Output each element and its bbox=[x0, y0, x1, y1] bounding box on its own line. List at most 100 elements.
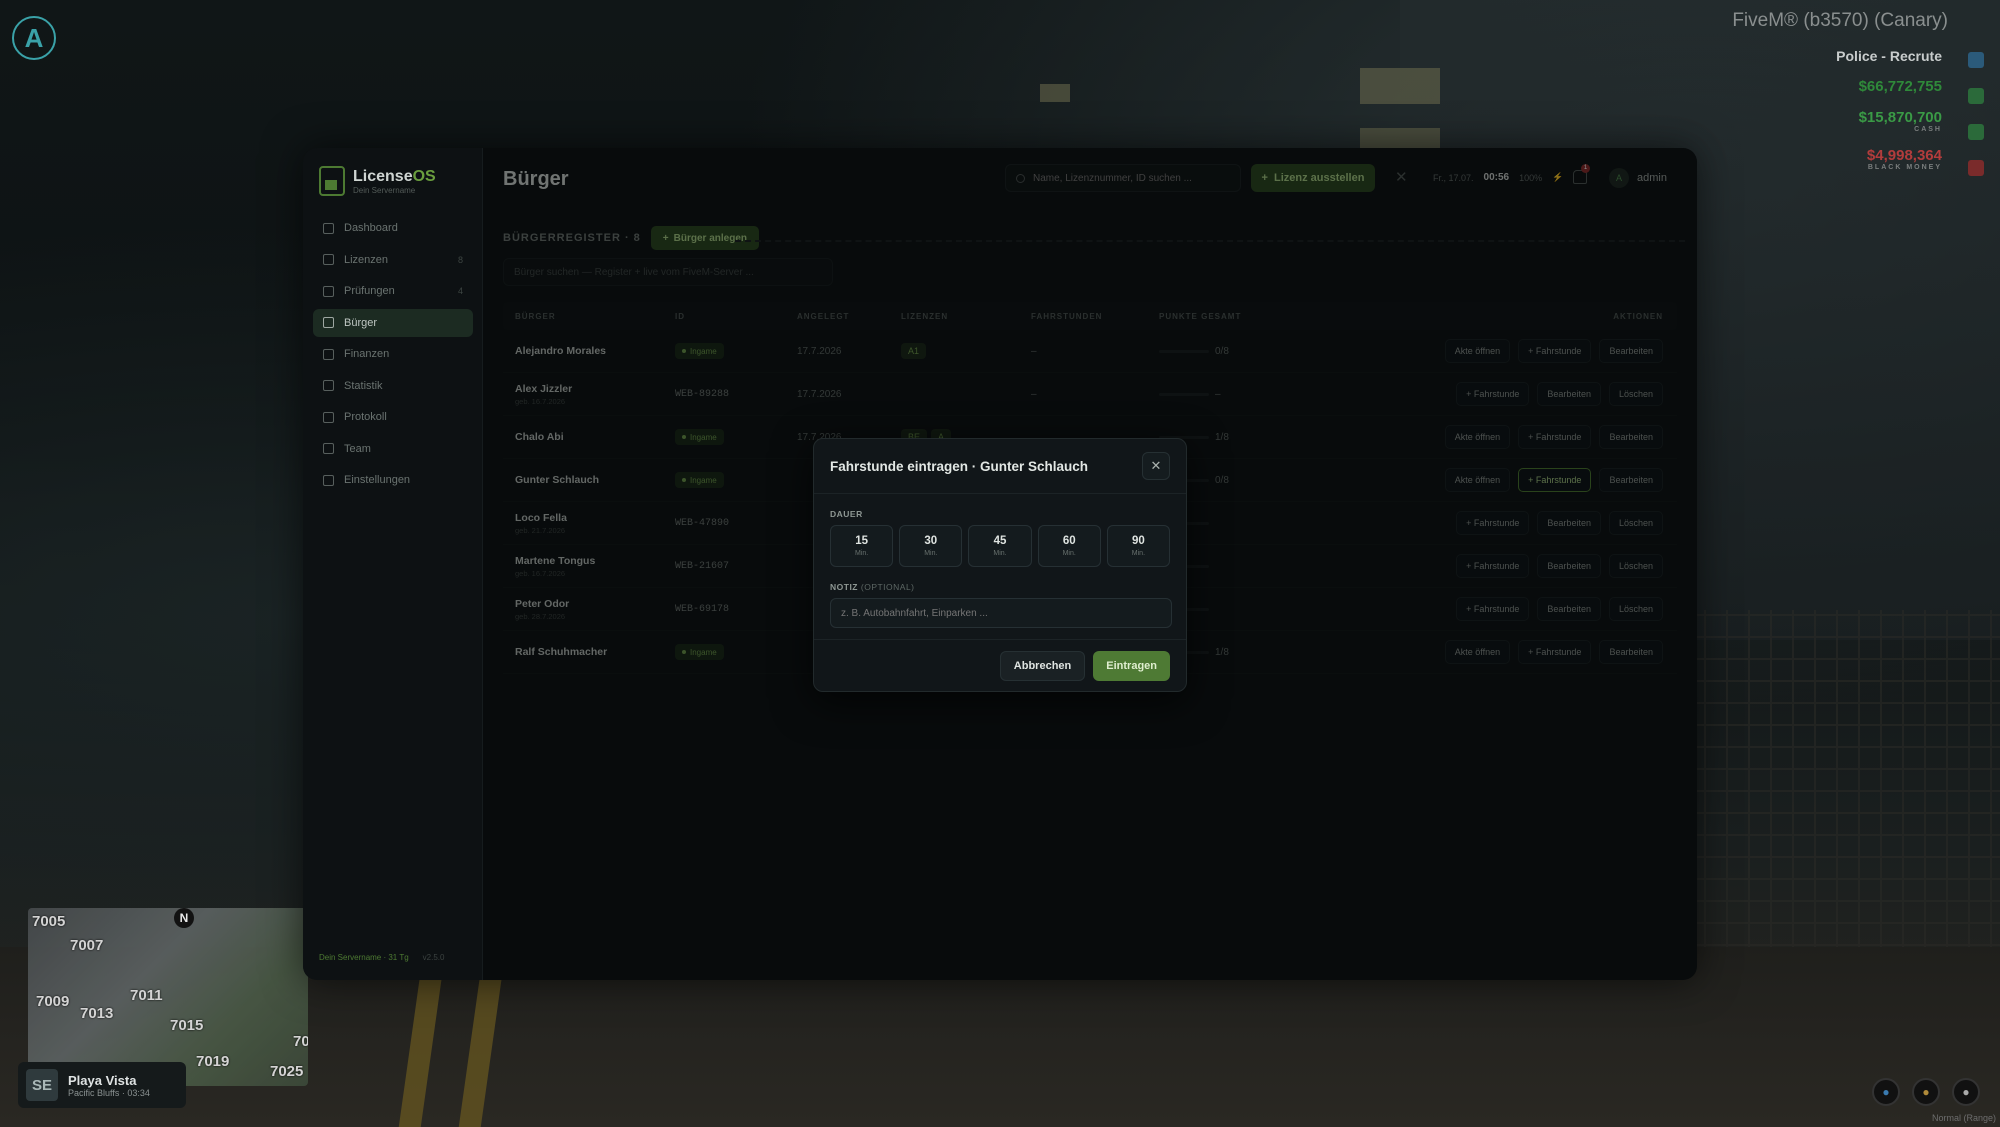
job-icon bbox=[1968, 52, 1984, 68]
duration-label: DAUER bbox=[830, 509, 863, 519]
brand-logo-icon bbox=[319, 166, 345, 196]
sidebar-item-bürger[interactable]: Bürger bbox=[313, 308, 473, 337]
money-entry: $66,772,755 bbox=[1858, 78, 1942, 95]
home-icon bbox=[323, 222, 334, 234]
location-panel: SE Playa Vista Pacific Bluffs · 03:34 bbox=[18, 1062, 186, 1108]
duration-value: 45 bbox=[993, 535, 1007, 547]
sidebar-item-team[interactable]: Team bbox=[313, 435, 473, 463]
duration-option[interactable]: 45 Min. bbox=[968, 525, 1032, 567]
map-label: 7011 bbox=[130, 987, 163, 1004]
background-window bbox=[1360, 128, 1440, 150]
map-label: 7005 bbox=[32, 913, 66, 930]
map-label: 702 bbox=[293, 1033, 308, 1050]
map-label: 7013 bbox=[80, 1005, 114, 1022]
sidebar-item-label: Prüfungen bbox=[344, 285, 395, 297]
person-icon bbox=[323, 443, 334, 454]
modal-title: Fahrstunde eintragen · Gunter Schlauch bbox=[830, 458, 1089, 474]
gear-icon bbox=[323, 474, 334, 486]
duration-value: 60 bbox=[1062, 535, 1076, 547]
hud-icons bbox=[1968, 52, 1984, 176]
brand-sub: Dein Servername bbox=[353, 185, 416, 195]
server-logo: A bbox=[12, 16, 56, 60]
modal-header: Fahrstunde eintragen · Gunter Schlauch ✕ bbox=[814, 439, 1186, 494]
sidebar-item-finanzen[interactable]: Finanzen bbox=[313, 340, 473, 368]
sidebar-item-lizenzen[interactable]: Lizenzen 8 bbox=[313, 246, 473, 274]
duration-unit: Min. bbox=[993, 550, 1007, 557]
duration-unit: Min. bbox=[924, 550, 938, 557]
sidebar-item-prüfungen[interactable]: Prüfungen 4 bbox=[313, 277, 473, 305]
money-list: $66,772,755 $15,870,700 CASH $4,998,364 BLAC… bbox=[1836, 78, 1942, 171]
cancel-button[interactable]: Abbrechen bbox=[999, 650, 1086, 681]
sidebar-nav: Dashboard Lizenzen 8 Prüfungen 4 Bürger Finanz… bbox=[313, 214, 473, 498]
location-sub: Pacific Bluffs · 03:34 bbox=[68, 1087, 150, 1098]
map-label: 7007 bbox=[70, 937, 104, 954]
hud-player-info: Police - Recrute $66,772,755 $15,870,700 C… bbox=[1836, 48, 1942, 171]
driving-lesson-modal: Fahrstunde eintragen · Gunter Schlauch ✕… bbox=[813, 438, 1187, 692]
cash-icon bbox=[1968, 124, 1984, 140]
sidebar-item-label: Lizenzen bbox=[344, 253, 389, 266]
chart-icon bbox=[323, 348, 334, 360]
note-label: NOTIZ (OPTIONAL) bbox=[830, 582, 915, 592]
job-title: Police - Recrute bbox=[1836, 48, 1942, 64]
voice-icon: ● bbox=[1952, 1078, 1980, 1106]
duration-option[interactable]: 90 Min. bbox=[1106, 525, 1171, 567]
background-window bbox=[1040, 84, 1070, 102]
duration-unit: Min. bbox=[854, 550, 869, 557]
sidebar-footer: Dein Servername · 31 Tg v2.5.0 bbox=[319, 953, 444, 962]
north-indicator: N bbox=[174, 908, 194, 928]
map-label: 7025 bbox=[270, 1063, 304, 1080]
black-money-icon bbox=[1968, 160, 1984, 176]
sidebar-item-label: Finanzen bbox=[344, 348, 390, 360]
sidebar-item-label: Einstellungen bbox=[344, 474, 411, 486]
sidebar: LicenseOS Dein Servername Dashboard Lizen… bbox=[303, 148, 483, 980]
modal-footer: Abbrechen Eintragen bbox=[814, 639, 1186, 691]
duration-option[interactable]: 30 Min. bbox=[899, 525, 963, 567]
server-status: Dein Servername · 31 Tg bbox=[319, 953, 409, 962]
duration-value: 90 bbox=[1132, 535, 1145, 547]
sidebar-item-label: Team bbox=[344, 442, 371, 455]
clock-icon bbox=[323, 411, 334, 423]
trend-icon bbox=[323, 380, 334, 391]
map-label: 7019 bbox=[196, 1053, 230, 1070]
sidebar-item-label: Bürger bbox=[344, 316, 378, 329]
submit-button[interactable]: Eintragen bbox=[1093, 650, 1170, 681]
brand: LicenseOS Dein Servername bbox=[319, 166, 436, 196]
location-name: Playa Vista bbox=[68, 1072, 137, 1088]
close-icon: ✕ bbox=[1150, 458, 1162, 473]
sidebar-item-label: Dashboard bbox=[344, 222, 398, 234]
status-icons: ● ● ● bbox=[1872, 1078, 1980, 1106]
sidebar-item-dashboard[interactable]: Dashboard bbox=[313, 214, 473, 242]
sidebar-item-count: 8 bbox=[457, 254, 463, 265]
duration-option[interactable]: 60 Min. bbox=[1037, 525, 1101, 567]
duration-value: 30 bbox=[924, 535, 938, 547]
brand-name: LicenseOS bbox=[353, 167, 436, 185]
background-window bbox=[1360, 68, 1440, 104]
voice-range: Normal (Range) bbox=[1931, 1113, 1996, 1123]
close-modal-button[interactable]: ✕ bbox=[1142, 452, 1170, 480]
sidebar-item-protokoll[interactable]: Protokoll bbox=[313, 403, 473, 431]
sidebar-item-count: 4 bbox=[457, 286, 463, 296]
direction-badge: SE bbox=[26, 1069, 58, 1101]
duration-option[interactable]: 15 Min. bbox=[830, 525, 894, 567]
server-title: FiveM® (b3570) (Canary) bbox=[1732, 10, 1948, 31]
duration-unit: Min. bbox=[1062, 550, 1076, 557]
map-label: 7015 bbox=[170, 1017, 204, 1034]
map-label: 7009 bbox=[36, 993, 70, 1010]
note-input[interactable] bbox=[841, 607, 1161, 619]
duration-options: 15 Min. 30 Min. 45 Min. 60 Min. 90 Min. bbox=[814, 525, 1186, 567]
money-entry: $15,870,700 CASH bbox=[1858, 109, 1942, 133]
thirst-icon: ● bbox=[1872, 1078, 1900, 1106]
clipboard-icon bbox=[323, 285, 334, 297]
users-icon bbox=[323, 317, 334, 328]
duration-unit: Min. bbox=[1131, 550, 1146, 557]
hunger-icon: ● bbox=[1912, 1078, 1940, 1106]
sidebar-item-label: Protokoll bbox=[344, 411, 387, 423]
version: v2.5.0 bbox=[422, 953, 445, 962]
minimap: N 7005 7007 7011 7013 7015 7019 7025 700… bbox=[28, 908, 308, 1086]
sidebar-item-statistik[interactable]: Statistik bbox=[313, 372, 473, 400]
money-entry: $4,998,364 BLACK MONEY bbox=[1866, 147, 1942, 171]
sidebar-item-einstellungen[interactable]: Einstellungen bbox=[313, 466, 473, 494]
sidebar-item-label: Statistik bbox=[344, 379, 383, 392]
license-icon bbox=[323, 254, 334, 265]
note-field[interactable] bbox=[830, 598, 1172, 628]
